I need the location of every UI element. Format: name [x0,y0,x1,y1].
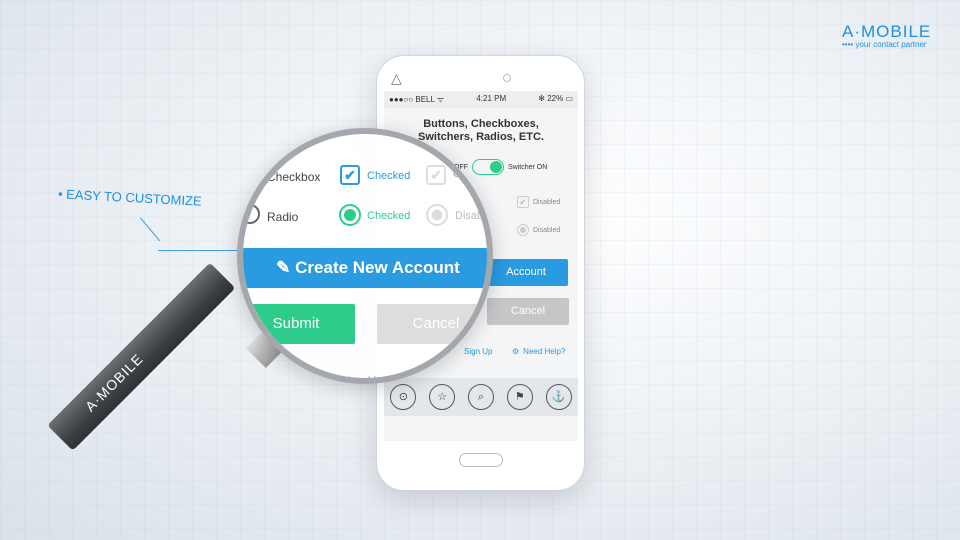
location-icon[interactable]: ⊙ [390,384,417,410]
triangle-logo-icon: △ [391,70,402,86]
checked-label: Checked [367,170,411,182]
disabled-radio [426,204,448,226]
brand-tagline: •••• your contact partner [842,40,927,49]
flag-icon[interactable]: ⚑ [506,384,533,410]
help-icon: ⚙ [512,347,520,356]
create-account-button[interactable]: ✎ Create New Account [243,248,487,288]
carrier: ●●●○○ BELL ᯤ [389,95,445,104]
checked-radio[interactable] [339,204,361,226]
create-account-label: Create New Account [295,258,460,277]
camera-icon [503,74,511,82]
star-icon[interactable]: ☆ [429,384,456,410]
switch-on-label: Switcher ON [508,163,548,171]
magnifier-lens: Checkbox ✔ Checked ✔ OFF Radio Checked D… [237,128,493,384]
account-button[interactable]: Account [484,259,568,286]
need-help-link[interactable]: ⚙ Need Help? [512,347,565,356]
checked-checkbox[interactable]: ✔ [340,165,360,185]
title-line: Buttons, Checkboxes, [423,118,539,130]
disabled-checkbox: ✔ [517,196,529,208]
sign-up-text[interactable]: Sign Up [340,374,383,378]
battery: ✻ 22% ▭ [538,94,573,103]
status-bar: ●●●○○ BELL ᯤ 4:21 PM ✻ 22% ▭ [384,91,578,108]
radio-label: Radio [267,210,299,224]
need-help-text[interactable]: Need Help? [523,347,565,356]
disabled-radio-row: Disabled [517,224,560,236]
switch-off-label: OFF [453,168,475,180]
disabled-label: Disabled [533,226,561,234]
disabled-radio [517,224,529,236]
cancel-button[interactable]: Cancel [377,304,487,344]
submit-button[interactable]: Submit [243,304,355,344]
home-button[interactable] [459,453,503,467]
radio-unchecked[interactable] [243,204,260,224]
checkbox-label: Checkbox [267,170,321,184]
brand-logo: A·MOBILE •••• your contact partner [842,22,931,49]
time: 4:21 PM [476,94,507,103]
disabled-checkbox: ✔ [426,165,446,185]
disabled-label: Disabled [533,198,561,206]
edit-icon: ✎ [276,258,296,277]
checked-label: Checked [367,210,411,222]
disabled-checkbox-row: ✔ Disabled [517,196,560,208]
anchor-icon[interactable]: ⚓ [545,384,572,410]
search-icon[interactable]: ⌕ [467,384,494,410]
cancel-button[interactable]: Cancel [487,298,569,325]
brand-name: A·MOBILE [842,22,932,41]
tab-bar: ⊙ ☆ ⌕ ⚑ ⚓ [384,378,578,416]
callout-line [158,250,238,251]
